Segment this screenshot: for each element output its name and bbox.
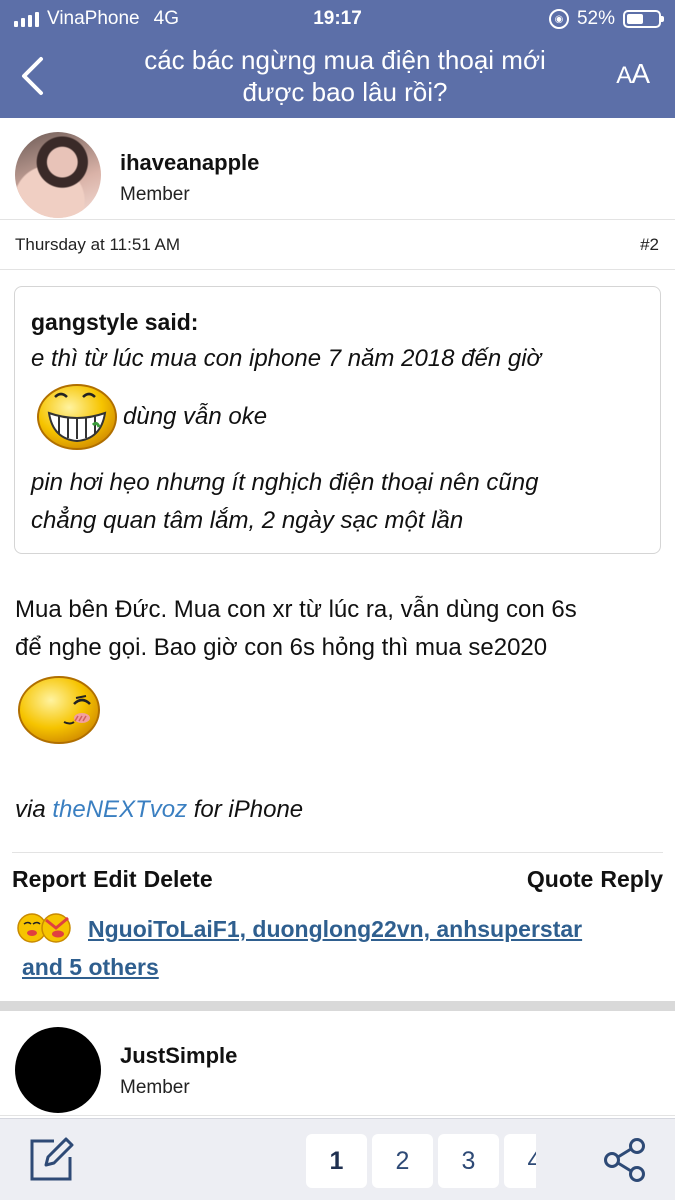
likes-users-link[interactable]: NguoiToLaiF1, duonglong22vn, anhsupersta… [88,916,582,943]
bottom-toolbar: 1 2 3 4 [0,1118,675,1200]
quote-author[interactable]: gangstyle said: [31,309,198,336]
divider [12,852,663,853]
user-role: Member [120,184,190,205]
likes-others-link[interactable]: and 5 others [22,954,159,981]
font-size-button[interactable]: AA [616,58,650,90]
status-right: ◉ 52% [548,8,664,30]
post-date: Thursday at 11:51 AM [15,235,181,254]
reaction-icons [17,913,71,943]
compose-button[interactable] [28,1137,74,1183]
share-icon [604,1138,645,1182]
quote-line: e thì từ lúc mua con iphone 7 năm 2018 đ… [31,345,542,372]
battery-fill [627,14,643,24]
via-app-link[interactable]: theNEXTvoz [52,796,187,823]
avatar[interactable] [15,132,101,218]
via-signature: via theNEXTvoz for iPhone [15,796,303,824]
grin-smiley-icon [37,384,117,450]
pagination: 1 2 3 4 [306,1134,536,1188]
shy-smiley-icon [18,676,100,744]
chevron-left-icon [22,57,43,95]
back-button[interactable] [10,52,54,100]
post-body-line: để nghe gọi. Bao giờ con 6s hỏng thì mua… [15,634,548,661]
user-role: Member [120,1077,190,1098]
thread-title: các bác ngừng mua điện thoại mới được ba… [144,45,546,107]
post-meta-row: Thursday at 11:51 AM #2 [0,221,675,270]
post-number[interactable]: #2 [640,235,659,255]
avatar-photo [15,132,101,218]
post-actions-right: Quote Reply [527,866,663,893]
quote-line: pin hơi hẹo nhưng ít nghịch điện thoại n… [31,469,539,496]
post-body-line: Mua bên Đức. Mua con xr từ lúc ra, vẫn d… [15,596,577,623]
font-size-big-a: A [631,58,650,89]
font-size-small-a: A [616,62,632,89]
avatar[interactable] [15,1027,101,1113]
post-author-row: ihaveanapple Member [0,118,675,220]
edit-button[interactable]: Edit [93,866,136,893]
status-bar: VinaPhone 4G 19:17 ◉ 52% [0,0,675,38]
battery-icon [623,10,664,28]
compose-icon [30,1137,74,1181]
nav-bar: các bác ngừng mua điện thoại mới được ba… [0,38,675,118]
quote-line: dùng vẫn oke [123,403,268,430]
reply-button[interactable]: Reply [600,866,663,893]
next-post-author-row: JustSimple Member [0,1011,675,1116]
page-button-3[interactable]: 3 [438,1134,499,1188]
post-actions-left: Report Edit Delete [12,866,213,893]
post-separator [0,1001,675,1011]
quote-button[interactable]: Quote [527,866,593,893]
page-button-4[interactable]: 4 [504,1134,536,1188]
quote-block[interactable]: gangstyle said: e thì từ lúc mua con iph… [14,286,661,554]
quote-line: chẳng quan tâm lắm, 2 ngày sạc một lần [31,507,464,534]
page-button-1[interactable]: 1 [306,1134,367,1188]
share-button[interactable] [603,1137,647,1183]
username[interactable]: ihaveanapple [120,150,259,176]
via-suffix: for iPhone [187,796,304,823]
via-prefix: via [15,796,53,823]
delete-button[interactable]: Delete [144,866,213,893]
username[interactable]: JustSimple [120,1043,237,1069]
rotation-lock-icon: ◉ [548,9,569,29]
battery-percent: 52% [576,8,615,29]
report-button[interactable]: Report [12,866,86,893]
page-button-2[interactable]: 2 [372,1134,433,1188]
app-header: VinaPhone 4G 19:17 ◉ 52% các bác ngừng m… [0,0,675,118]
